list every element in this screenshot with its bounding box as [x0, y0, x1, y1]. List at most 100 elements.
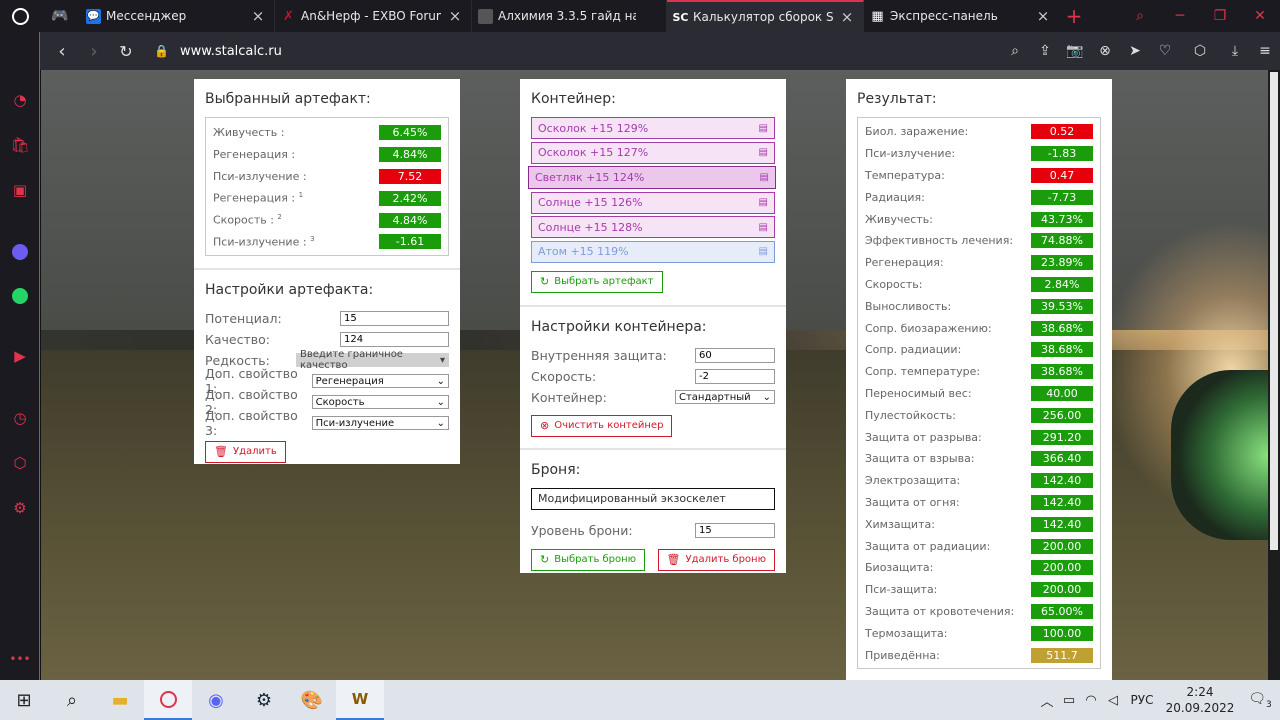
- result-row: Биозащита: 200.00: [865, 557, 1093, 579]
- artifact-stat-label: Скорость : 2: [213, 213, 282, 227]
- wifi-icon[interactable]: ◠: [1080, 693, 1102, 708]
- steam-icon[interactable]: ⚙: [240, 680, 288, 720]
- url-field[interactable]: www.stalcalc.ru: [180, 44, 282, 59]
- start-button[interactable]: ⊞: [0, 680, 48, 720]
- menu-icon[interactable]: ≡: [1250, 43, 1280, 59]
- opera-taskbar-icon[interactable]: [144, 680, 192, 720]
- minimize-button[interactable]: ─: [1160, 0, 1200, 32]
- close-tab-icon[interactable]: ×: [839, 8, 855, 26]
- discord-icon[interactable]: ◉: [192, 680, 240, 720]
- whatsapp-icon[interactable]: [0, 281, 40, 311]
- choose-artifact-button[interactable]: ↻ Выбрать артефакт: [531, 270, 663, 293]
- search-tabs-icon[interactable]: ⌕: [1120, 0, 1160, 32]
- document-icon[interactable]: ▤: [759, 197, 768, 208]
- armor-name-field[interactable]: Модифицированный экзоскелет: [531, 487, 775, 510]
- container-type-select[interactable]: Стандартный ⌄: [675, 390, 775, 404]
- settings-icon[interactable]: ⚙: [0, 493, 40, 523]
- quality-input[interactable]: [340, 331, 449, 347]
- tab-messenger[interactable]: 💬 Мессенджер ×: [80, 0, 275, 32]
- file-explorer-icon[interactable]: ▬: [96, 680, 144, 720]
- container-slot[interactable]: Осколок +15 129% ▤: [531, 117, 775, 139]
- maximize-button[interactable]: ❐: [1200, 0, 1240, 32]
- potential-input[interactable]: [340, 310, 449, 326]
- tab-exbo-forum[interactable]: ✗ An&Нерф - EXBO Forum ×: [275, 0, 472, 32]
- forward-button[interactable]: ›: [78, 41, 110, 62]
- gamepad-icon[interactable]: 🎮: [40, 0, 80, 32]
- result-label: Регенерация:: [865, 256, 944, 270]
- cube-icon[interactable]: ⬡: [1180, 43, 1220, 59]
- search-icon[interactable]: ⌕: [1000, 43, 1030, 59]
- slot-label: Светляк +15 124%: [535, 171, 645, 184]
- result-label: Температура:: [865, 168, 945, 182]
- clear-container-button[interactable]: ⊗ Очистить контейнер: [531, 414, 673, 437]
- result-row: Сопр. биозаражению: 38.68%: [865, 317, 1093, 339]
- document-icon[interactable]: ▤: [759, 123, 768, 134]
- clock[interactable]: 2:24 20.09.2022: [1160, 684, 1240, 716]
- paint-icon[interactable]: 🎨: [288, 680, 336, 720]
- scrollbar-thumb[interactable]: [1270, 72, 1278, 550]
- new-tab-button[interactable]: +: [1059, 4, 1089, 28]
- result-value: 65.00%: [1031, 603, 1093, 619]
- prop1-select[interactable]: Регенерация ⌄: [311, 374, 449, 389]
- page-scrollbar[interactable]: [1268, 70, 1280, 680]
- camera-icon[interactable]: 📷: [1060, 43, 1090, 59]
- artifact-stat-label: Регенерация :: [213, 148, 296, 162]
- notification-icon[interactable]: 🗨3: [1240, 691, 1280, 710]
- document-icon[interactable]: ▤: [759, 246, 768, 257]
- adblock-icon[interactable]: ⊗: [1090, 43, 1120, 59]
- close-tab-icon[interactable]: ×: [250, 7, 266, 25]
- container-slot[interactable]: Солнце +15 126% ▤: [531, 191, 775, 214]
- extensions-icon[interactable]: ⬡: [0, 448, 40, 478]
- history-icon[interactable]: ◷: [0, 403, 40, 433]
- player-icon[interactable]: ▶: [0, 341, 40, 371]
- document-icon[interactable]: ▤: [759, 147, 768, 158]
- choose-armor-button[interactable]: ↻ Выбрать броню: [531, 548, 646, 571]
- container-slot[interactable]: Осколок +15 127% ▤: [531, 141, 775, 164]
- reload-button[interactable]: ↻: [110, 42, 142, 61]
- rarity-select[interactable]: Введите граничное качество ▾: [296, 349, 449, 371]
- document-icon[interactable]: ▤: [759, 222, 768, 233]
- close-window-button[interactable]: ✕: [1240, 0, 1280, 32]
- heart-icon[interactable]: ♡: [1150, 43, 1180, 59]
- container-slot[interactable]: Солнце +15 128% ▤: [531, 216, 775, 238]
- bag-icon[interactable]: 🛍: [0, 130, 40, 160]
- wow-taskbar-icon[interactable]: W: [336, 680, 384, 720]
- document-icon[interactable]: ▤: [760, 172, 769, 183]
- lock-icon[interactable]: 🔒: [154, 44, 170, 58]
- chevron-down-icon: ⌄: [762, 391, 771, 403]
- container-slot[interactable]: Атом +15 119% ▤: [531, 240, 775, 263]
- messenger-sidebar-icon[interactable]: [0, 237, 40, 267]
- inner-protection-input[interactable]: [695, 347, 775, 363]
- artifact-stat-row: Регенерация : 1 2.42%: [213, 187, 441, 209]
- container-slot[interactable]: Светляк +15 124% ▤: [528, 166, 776, 189]
- send-icon[interactable]: ➤: [1120, 43, 1150, 59]
- close-tab-icon[interactable]: ×: [1035, 7, 1051, 25]
- delete-artifact-button[interactable]: 🗑 Удалить: [205, 440, 286, 463]
- sidebar: ◔ 🛍 ▣ ▶ ◷ ⬡ ⚙ •••: [0, 32, 40, 680]
- share-icon[interactable]: ⇪: [1030, 43, 1060, 59]
- opera-menu-button[interactable]: [0, 0, 40, 32]
- tab-speed-dial[interactable]: ▦ Экспресс-панель ×: [864, 0, 1059, 32]
- delete-armor-button[interactable]: 🗑 Удалить броню: [657, 548, 775, 571]
- language-indicator[interactable]: РУС: [1124, 693, 1160, 707]
- more-icon[interactable]: •••: [0, 644, 40, 674]
- battery-icon[interactable]: ▭: [1058, 693, 1080, 708]
- search-icon[interactable]: ⌕: [48, 680, 96, 720]
- twitch-icon[interactable]: ▣: [0, 175, 40, 205]
- prop3-select[interactable]: Пси-излучение ⌄: [311, 416, 449, 431]
- result-label: Защита от кровотечения:: [865, 604, 1015, 618]
- armor-level-input[interactable]: [695, 522, 775, 538]
- result-label: Химзащита:: [865, 517, 935, 531]
- armor-title: Броня:: [531, 461, 581, 478]
- close-tab-icon[interactable]: ×: [447, 7, 463, 25]
- back-button[interactable]: ‹: [46, 41, 78, 62]
- speed-dial-icon[interactable]: ◔: [0, 85, 40, 115]
- chevron-up-icon[interactable]: ︿: [1036, 691, 1058, 710]
- download-icon[interactable]: ⤓: [1220, 43, 1250, 59]
- container-speed-input[interactable]: [695, 368, 775, 384]
- tab-stalc-calculator[interactable]: SC Калькулятор сборок STALC ×: [667, 0, 864, 32]
- volume-icon[interactable]: ◁: [1102, 693, 1124, 708]
- prop2-select[interactable]: Скорость ⌄: [311, 395, 449, 410]
- tab-alchemy-guide[interactable]: Алхимия 3.3.5 гайд навык: [472, 0, 667, 32]
- footnote-mark: 2: [277, 213, 282, 222]
